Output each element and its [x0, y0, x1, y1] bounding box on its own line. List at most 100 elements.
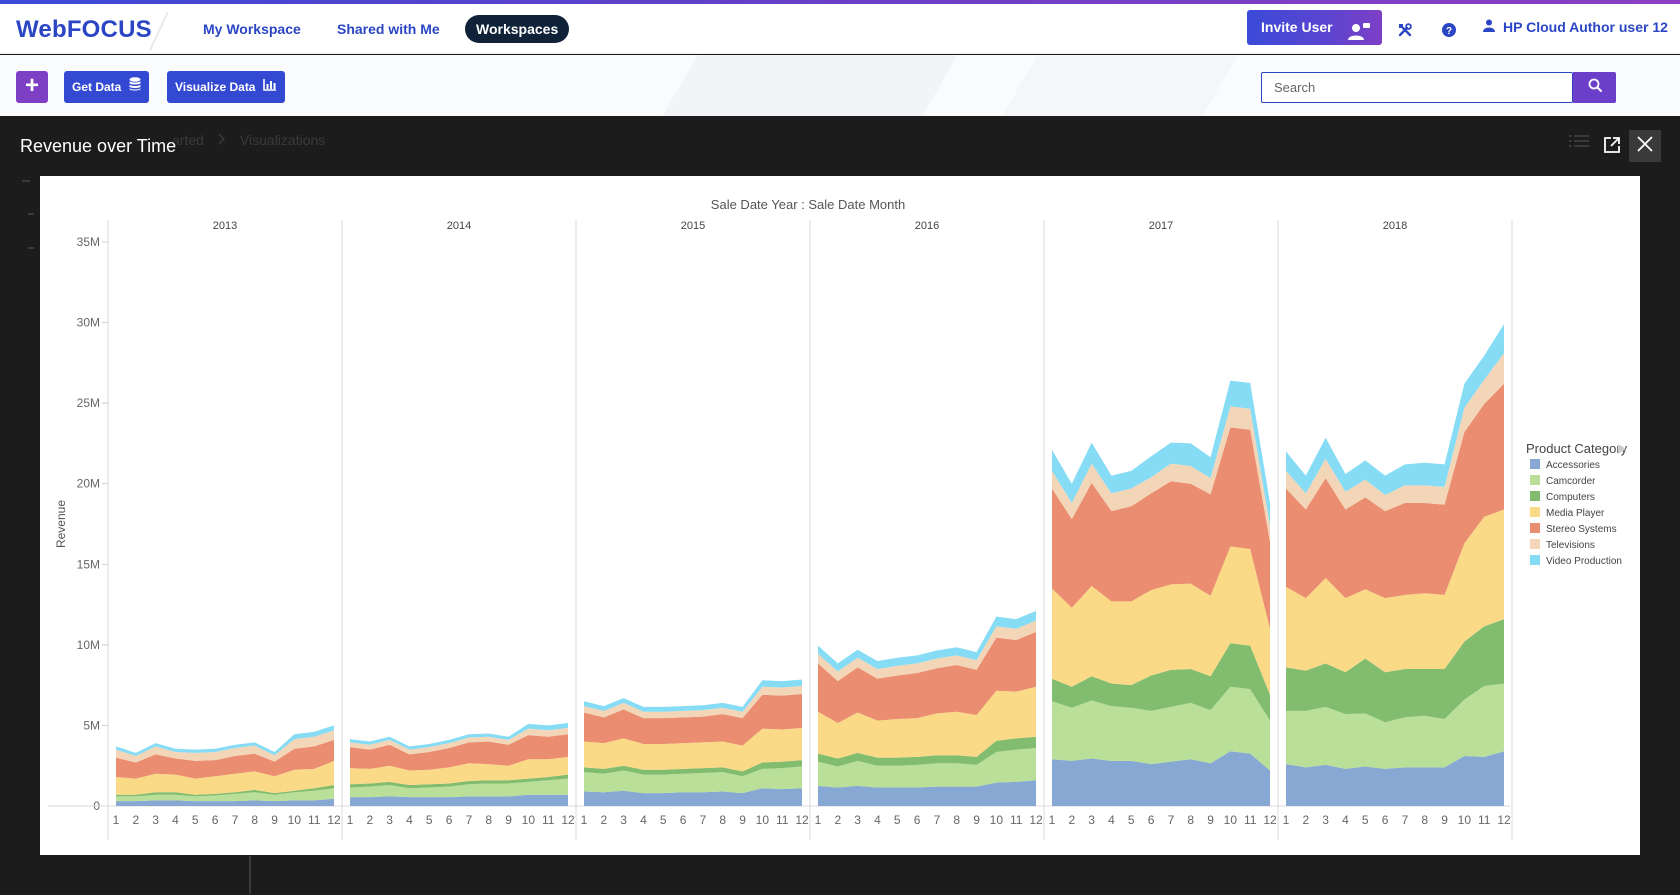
visualize-data-label: Visualize Data	[175, 80, 256, 94]
x-tick-label: 3	[1088, 813, 1095, 827]
x-tick-label: 4	[874, 813, 881, 827]
panel-year-label: 2016	[915, 220, 939, 232]
user-menu[interactable]: HP Cloud Author user 12	[1483, 19, 1668, 35]
x-tick-label: 5	[192, 813, 199, 827]
x-tick-label: 9	[505, 813, 512, 827]
toolbar-decor	[1002, 55, 1238, 116]
x-tick-label: 1	[815, 813, 822, 827]
modal-title: Revenue over Time	[20, 136, 177, 156]
x-tick-label: 8	[953, 813, 960, 827]
x-tick-label: 3	[620, 813, 627, 827]
nav-workspaces[interactable]: Workspaces	[465, 15, 570, 43]
background-ghost	[28, 247, 34, 249]
x-tick-label: 5	[1128, 813, 1135, 827]
x-tick-label: 1	[581, 813, 588, 827]
x-tick-label: 11	[776, 813, 789, 827]
x-tick-label: 1	[1049, 813, 1056, 827]
x-tick-label: 2	[1302, 813, 1309, 827]
y-tick-label: 20M	[77, 477, 100, 491]
x-tick-label: 11	[1478, 813, 1491, 827]
user-icon	[1483, 19, 1495, 35]
y-tick-label: 10M	[77, 638, 100, 652]
x-tick-label: 7	[232, 813, 239, 827]
toolbar: + Get Data Visualize Data	[0, 55, 1680, 116]
get-data-button[interactable]: Get Data	[64, 71, 150, 103]
help-icon[interactable]: ?	[1441, 22, 1457, 38]
x-tick-label: 7	[1168, 813, 1175, 827]
app-header: WebFOCUS My Workspace Shared with Me Wor…	[0, 4, 1680, 54]
x-tick-label: 11	[308, 813, 321, 827]
legend-label: Computers	[1546, 492, 1595, 503]
create-new-button[interactable]: +	[16, 71, 48, 103]
nav-shared-with-me[interactable]: Shared with Me	[337, 15, 440, 43]
search-input[interactable]	[1261, 72, 1573, 103]
x-tick-label: 3	[386, 813, 393, 827]
x-tick-label: 2	[1068, 813, 1075, 827]
revenue-area-chart: Sale Date Year : Sale Date MonthRevenue0…	[48, 197, 1628, 840]
x-tick-label: 11	[1010, 813, 1023, 827]
legend-swatch	[1530, 475, 1540, 485]
tools-icon[interactable]	[1397, 22, 1413, 38]
background-ghost	[249, 856, 251, 894]
open-in-new-window-icon[interactable]	[1603, 136, 1623, 156]
x-tick-label: 1	[1283, 813, 1290, 827]
x-tick-label: 6	[914, 813, 921, 827]
legend-swatch	[1530, 555, 1540, 565]
x-tick-label: 11	[542, 813, 555, 827]
legend-swatch	[1530, 523, 1540, 533]
user-name: HP Cloud Author user 12	[1503, 19, 1668, 35]
legend-label: Camcorder	[1546, 476, 1596, 487]
legend-label: Televisions	[1546, 540, 1595, 551]
invite-user-button[interactable]: Invite User	[1247, 10, 1382, 45]
y-tick-label: 35M	[77, 235, 100, 249]
x-tick-label: 6	[446, 813, 453, 827]
x-tick-label: 12	[1263, 813, 1277, 827]
y-axis-label: Revenue	[54, 500, 68, 548]
invite-user-label: Invite User	[1261, 19, 1333, 35]
x-tick-label: 5	[1362, 813, 1369, 827]
x-tick-label: 3	[152, 813, 159, 827]
webfocus-logo[interactable]: WebFOCUS	[16, 16, 152, 44]
x-tick-label: 2	[132, 813, 139, 827]
panel-year-label: 2014	[447, 220, 471, 232]
chart-title: Sale Date Year : Sale Date Month	[711, 197, 905, 212]
modal-header	[0, 116, 1680, 176]
visualize-data-button[interactable]: Visualize Data	[167, 71, 286, 103]
legend-swatch	[1530, 507, 1540, 517]
x-tick-label: 9	[271, 813, 278, 827]
x-tick-label: 12	[327, 813, 341, 827]
x-tick-label: 5	[894, 813, 901, 827]
close-icon	[1636, 135, 1654, 158]
y-tick-label: 25M	[77, 396, 100, 410]
x-tick-label: 6	[212, 813, 219, 827]
legend-label: Stereo Systems	[1546, 524, 1617, 535]
database-icon	[129, 71, 141, 103]
search-button[interactable]	[1573, 72, 1616, 103]
y-tick-label: 30M	[77, 316, 100, 330]
close-modal-button[interactable]	[1629, 130, 1661, 162]
legend-swatch	[1530, 491, 1540, 501]
search-icon	[1588, 78, 1602, 97]
get-data-label: Get Data	[72, 80, 122, 94]
x-tick-label: 4	[640, 813, 647, 827]
legend-swatch	[1530, 539, 1540, 549]
x-tick-label: 7	[934, 813, 941, 827]
x-tick-label: 3	[1322, 813, 1329, 827]
list-view-icon[interactable]	[1569, 133, 1589, 153]
x-tick-label: 4	[406, 813, 413, 827]
y-tick-label: 5M	[83, 718, 100, 732]
svg-text:?: ?	[1446, 26, 1452, 37]
x-tick-label: 7	[466, 813, 473, 827]
legend-label: Video Production	[1546, 556, 1622, 567]
legend-label: Accessories	[1546, 460, 1600, 471]
x-tick-label: 10	[1224, 813, 1238, 827]
x-tick-label: 6	[1382, 813, 1389, 827]
legend-title: Product Category	[1526, 441, 1628, 456]
x-tick-label: 10	[522, 813, 536, 827]
x-tick-label: 12	[795, 813, 809, 827]
x-tick-label: 8	[1187, 813, 1194, 827]
background-ghost	[28, 213, 34, 215]
nav-my-workspace[interactable]: My Workspace	[203, 15, 301, 43]
header-divider	[149, 12, 169, 50]
x-tick-label: 9	[973, 813, 980, 827]
